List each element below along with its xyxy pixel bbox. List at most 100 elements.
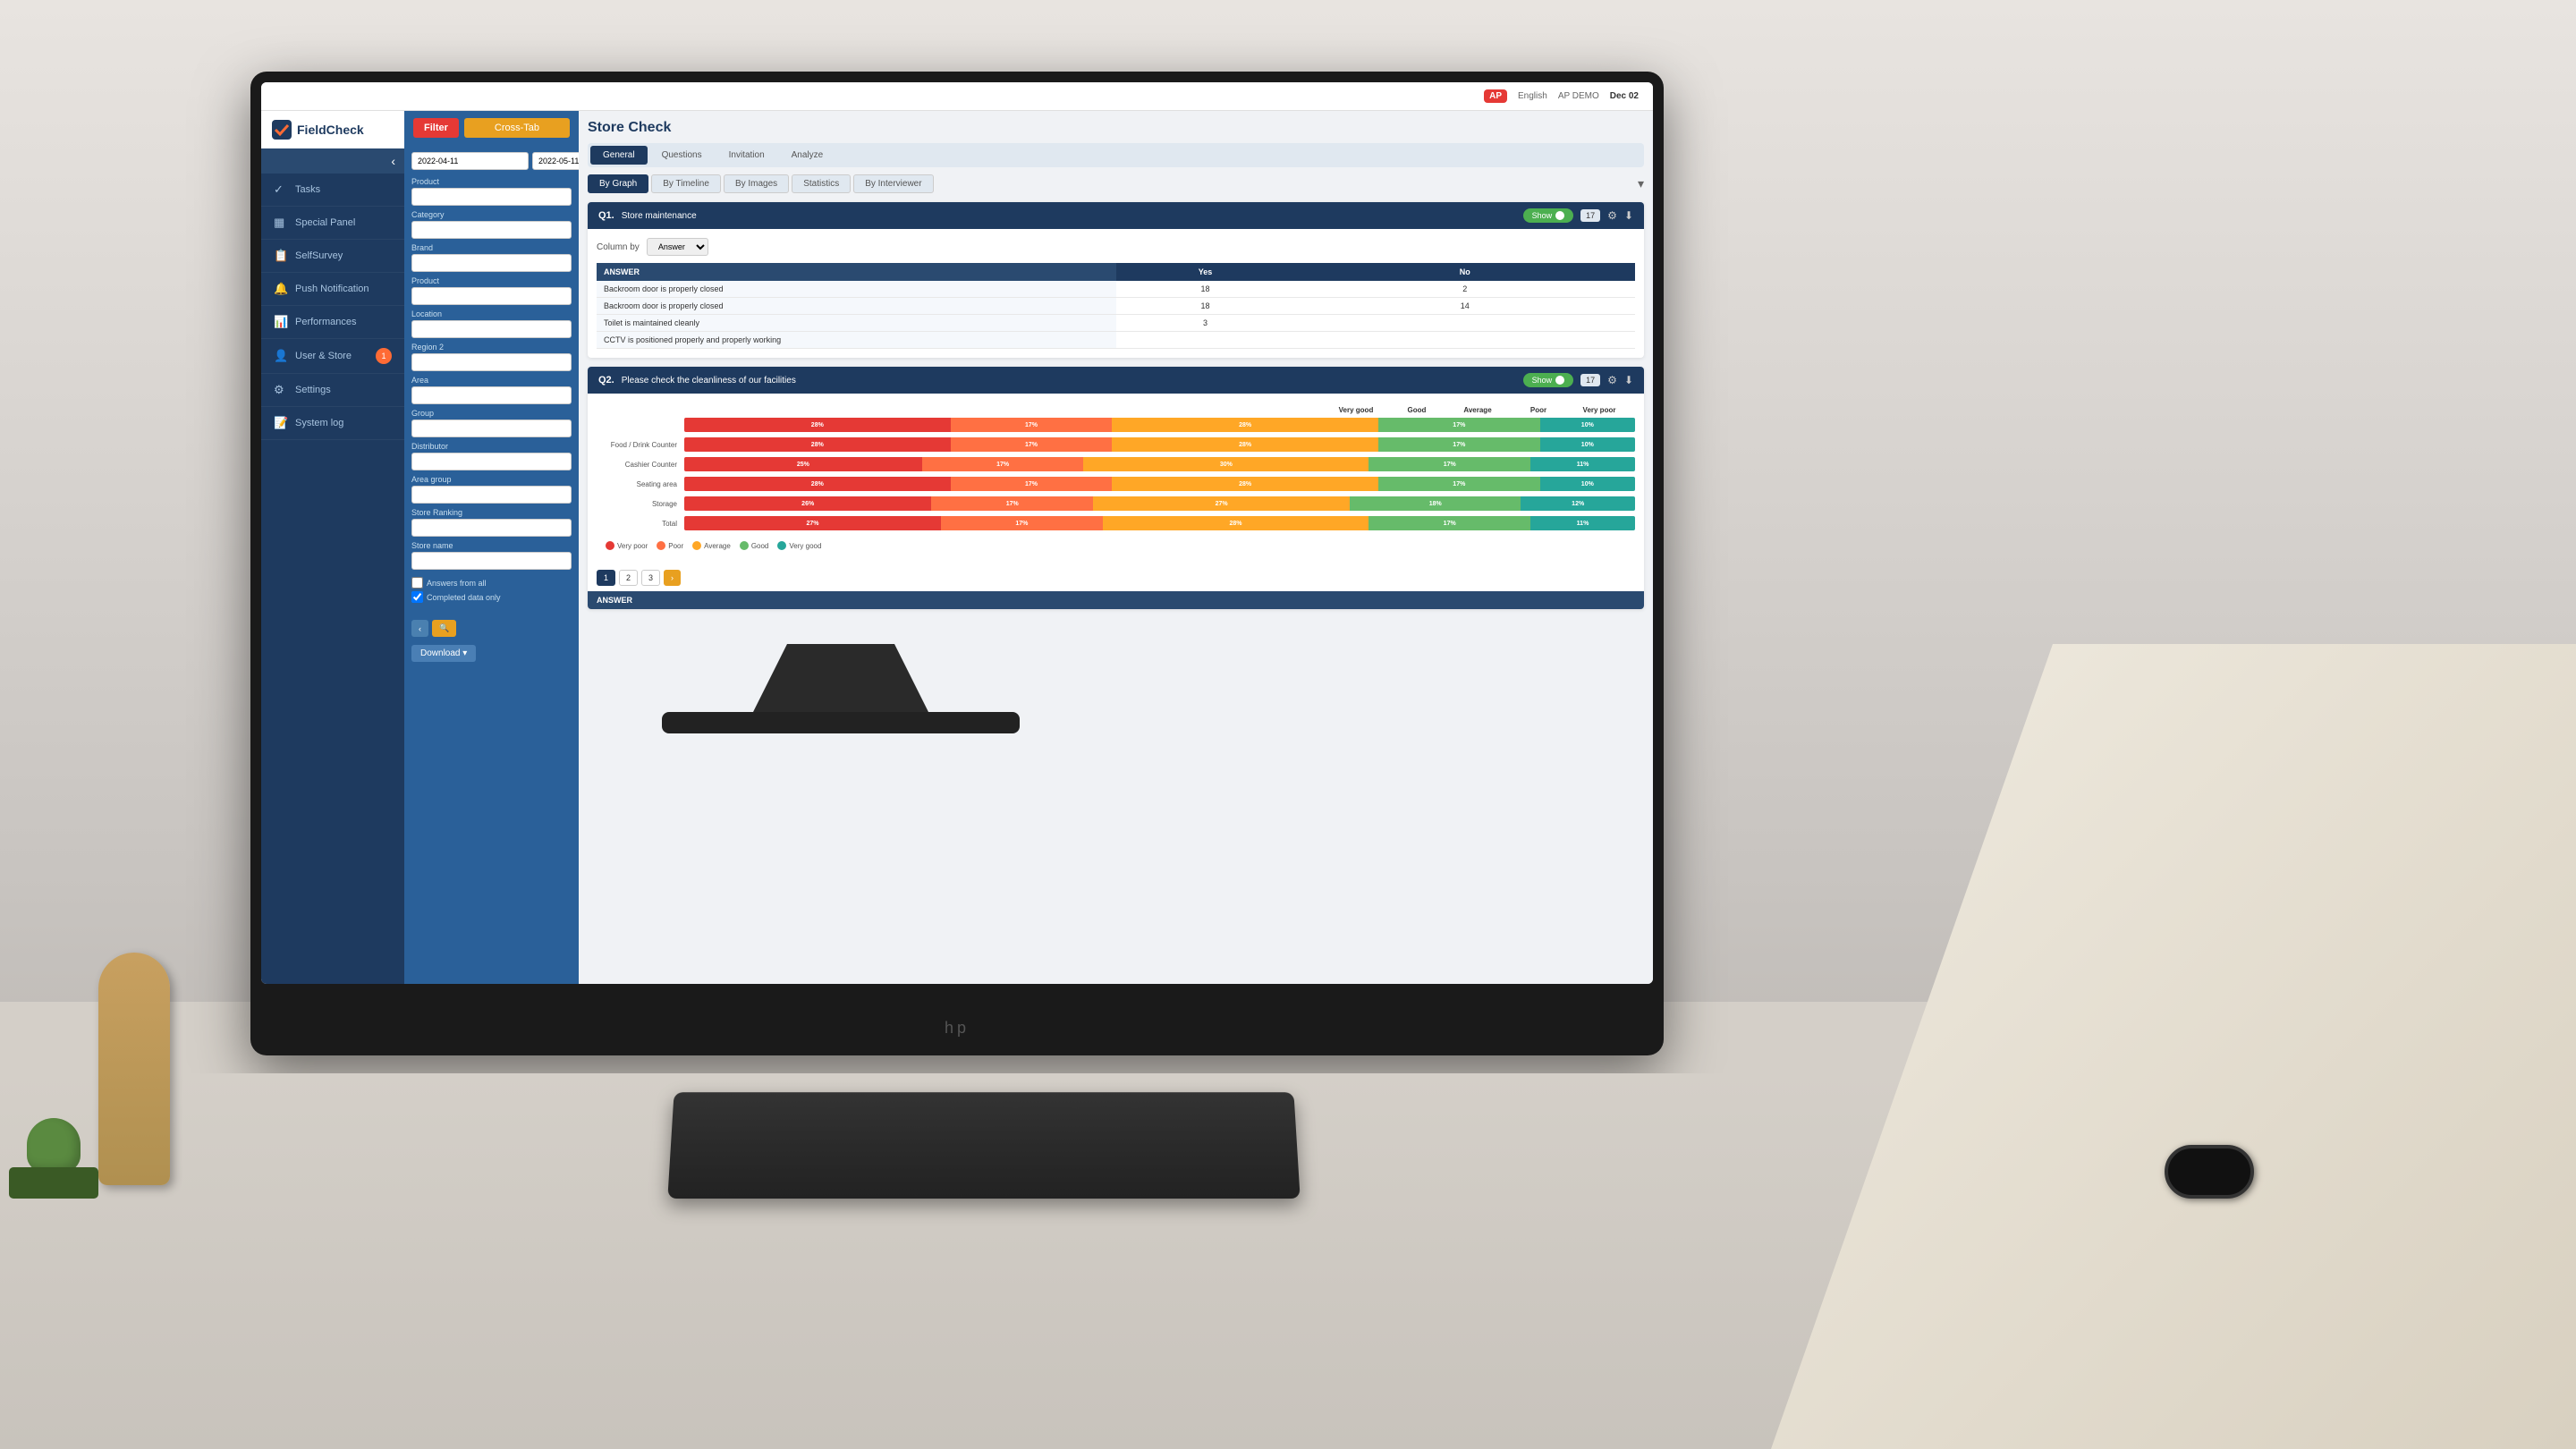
q1-controls: Show 17 ⚙ ⬇: [1523, 208, 1633, 223]
q1-row3-yes-pct: [1294, 332, 1385, 349]
cross-tab-button[interactable]: Cross-Tab: [464, 118, 570, 138]
main-tabs: General Questions Invitation Analyze: [588, 143, 1644, 167]
sub-tab-statistics[interactable]: Statistics: [792, 174, 851, 193]
score-header: Very good Good Average Poor Very poor: [597, 402, 1635, 418]
monitor-base: [662, 712, 1020, 733]
q1-download-icon[interactable]: ⬇: [1624, 209, 1633, 222]
filter-field-location: Location: [411, 309, 572, 338]
page-title: Store Check: [588, 120, 1644, 136]
filter-input-store-name[interactable]: [411, 552, 572, 570]
checkbox-answers-from-all-input[interactable]: [411, 577, 423, 589]
sidebar-item-push-notification[interactable]: 🔔 Push Notification: [261, 273, 404, 306]
filter-input-region2[interactable]: [411, 353, 572, 371]
filter-input-category[interactable]: [411, 221, 572, 239]
bar-average-0: 28%: [1112, 418, 1378, 432]
chart-legend: Very poor Poor Average: [597, 536, 1635, 555]
q2-download-icon[interactable]: ⬇: [1624, 374, 1633, 386]
q1-column-by-select[interactable]: Answer: [647, 238, 708, 256]
tab-invitation[interactable]: Invitation: [716, 146, 777, 165]
date-to-input[interactable]: [532, 152, 579, 170]
filter-input-location[interactable]: [411, 320, 572, 338]
sub-tab-by-timeline[interactable]: By Timeline: [651, 174, 721, 193]
filter-label-area-group: Area group: [411, 475, 572, 484]
sidebar-item-system-log[interactable]: 📝 System log: [261, 407, 404, 440]
filter-label-store-name: Store name: [411, 541, 572, 550]
sidebar-item-tasks[interactable]: ✓ Tasks: [261, 174, 404, 207]
download-button[interactable]: Download ▾: [411, 645, 476, 662]
filter-input-area[interactable]: [411, 386, 572, 404]
legend-dot-poor: [657, 541, 665, 550]
tab-questions[interactable]: Questions: [649, 146, 715, 165]
tab-analyze[interactable]: Analyze: [779, 146, 836, 165]
page-btn-1[interactable]: 1: [597, 570, 615, 586]
page-btn-3[interactable]: 3: [641, 570, 660, 586]
table-row: Toilet is maintained cleanly 3: [597, 315, 1635, 332]
keyboard[interactable]: [667, 1092, 1300, 1199]
checkbox-completed-data-only-input[interactable]: [411, 591, 423, 603]
wooden-figure: [98, 953, 170, 1185]
checkbox-answers-from-all[interactable]: Answers from all: [411, 577, 572, 589]
date-from-input[interactable]: [411, 152, 529, 170]
table-row: CCTV is positioned properly and properly…: [597, 332, 1635, 349]
bar-very-poor-storage: 26%: [684, 496, 931, 511]
bar-poor-storage: 17%: [931, 496, 1093, 511]
sidebar-item-special-panel[interactable]: ▦ Special Panel: [261, 207, 404, 240]
bar-very-poor-cashier: 25%: [684, 457, 922, 471]
sub-tabs-row: By Graph By Timeline By Images Statistic…: [588, 174, 1644, 193]
sidebar-item-user-store[interactable]: 👤 User & Store 1: [261, 339, 404, 374]
q1-settings-icon[interactable]: ⚙: [1607, 209, 1617, 222]
q1-table: ANSWER Yes No Backroom doo: [597, 263, 1635, 349]
page-btn-2[interactable]: 2: [619, 570, 638, 586]
legend-good: Good: [740, 541, 769, 550]
sub-tab-by-graph[interactable]: By Graph: [588, 174, 648, 193]
sub-tab-by-images[interactable]: By Images: [724, 174, 789, 193]
chart-bar-storage: 26% 17% 27% 18% 12%: [684, 496, 1635, 511]
filter-content: Product Category Brand Product: [404, 145, 579, 613]
bar-average-cashier: 30%: [1083, 457, 1368, 471]
filter-input-brand[interactable]: [411, 254, 572, 272]
sub-tabs-chevron[interactable]: ▾: [1638, 176, 1644, 191]
q2-count: 17: [1580, 374, 1600, 386]
q1-th-answer: ANSWER: [597, 263, 1116, 281]
q1-row0-yes: 18: [1116, 281, 1295, 298]
bar-good-seating: 17%: [1378, 477, 1540, 491]
system-log-icon: 📝: [274, 416, 288, 430]
filter-input-product2[interactable]: [411, 287, 572, 305]
filter-input-product[interactable]: [411, 188, 572, 206]
page-btn-next[interactable]: ›: [664, 570, 681, 586]
q2-controls: Show 17 ⚙ ⬇: [1523, 373, 1633, 387]
q1-row1-yes: 18: [1116, 298, 1295, 315]
sidebar-label-tasks: Tasks: [295, 184, 320, 195]
filter-button[interactable]: Filter: [413, 118, 459, 138]
search-button[interactable]: 🔍: [432, 620, 456, 637]
tab-general[interactable]: General: [590, 146, 648, 165]
q2-header-left: Q2. Please check the cleanliness of our …: [598, 375, 796, 386]
sidebar-item-settings[interactable]: ⚙ Settings: [261, 374, 404, 407]
user-menu[interactable]: AP DEMO: [1558, 91, 1599, 101]
q2-show-toggle[interactable]: Show: [1523, 373, 1574, 387]
legend-dot-good: [740, 541, 749, 550]
filter-options: Answers from all Completed data only: [411, 577, 572, 603]
language-selector[interactable]: English: [1518, 91, 1547, 101]
q2-settings-icon[interactable]: ⚙: [1607, 374, 1617, 386]
filter-input-store-ranking[interactable]: [411, 519, 572, 537]
settings-icon: ⚙: [274, 383, 288, 397]
score-very-good-header: Very good: [1329, 406, 1383, 414]
sidebar-item-selfsurvey[interactable]: 📋 SelfSurvey: [261, 240, 404, 273]
legend-dot-very-poor: [606, 541, 614, 550]
sub-tab-by-interviewer[interactable]: By Interviewer: [853, 174, 933, 193]
chart-row-storage: Storage 26% 17% 27% 18% 12%: [597, 496, 1635, 511]
sidebar-label-system-log: System log: [295, 418, 343, 428]
nav-prev-button[interactable]: ‹: [411, 620, 428, 637]
checkbox-completed-data-only[interactable]: Completed data only: [411, 591, 572, 603]
sidebar-toggle[interactable]: ‹: [261, 148, 404, 174]
legend-dot-very-good: [777, 541, 786, 550]
filter-input-group[interactable]: [411, 419, 572, 437]
filter-input-area-group[interactable]: [411, 486, 572, 504]
q1-show-toggle[interactable]: Show: [1523, 208, 1574, 223]
sidebar-item-performances[interactable]: 📊 Performances: [261, 306, 404, 339]
q1-row3-yes: [1116, 332, 1295, 349]
filter-input-distributor[interactable]: [411, 453, 572, 470]
bar-very-poor-0: 28%: [684, 418, 951, 432]
bar-very-poor-total: 27%: [684, 516, 941, 530]
